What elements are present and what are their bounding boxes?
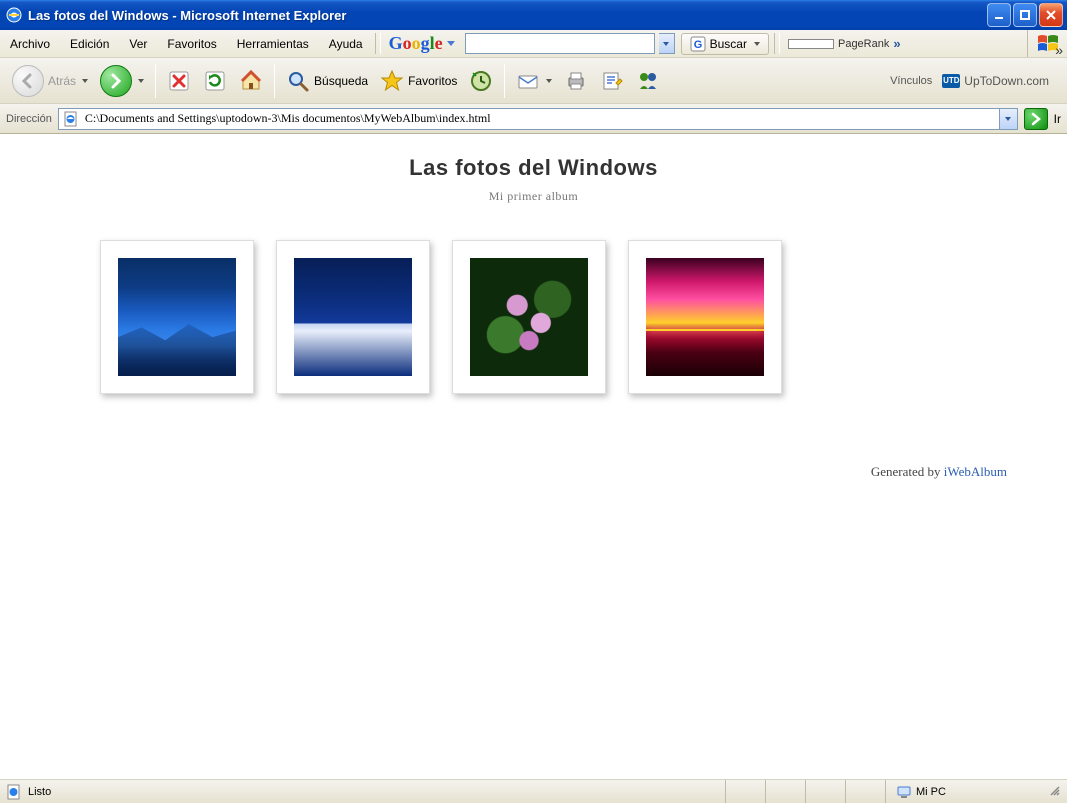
caret-down-icon: [82, 79, 88, 83]
thumbnail-image: [646, 258, 764, 376]
page-done-icon: [6, 784, 22, 800]
thumbnail-image: [470, 258, 588, 376]
back-button[interactable]: Atrás: [6, 61, 94, 101]
address-bar: Dirección Ir: [0, 104, 1067, 134]
thumbnail-image: [118, 258, 236, 376]
nav-toolbar: » Atrás Búsqueda Favoritos: [0, 58, 1067, 104]
zone-label: Mi PC: [916, 786, 946, 798]
thumbnail-winter[interactable]: [276, 240, 430, 394]
star-icon: [380, 69, 404, 93]
thumbnail-grid: [40, 240, 1027, 394]
thumbnail-image: [294, 258, 412, 376]
google-buscar-button[interactable]: G Buscar: [681, 33, 769, 55]
chevron-overflow-icon[interactable]: »: [1055, 42, 1063, 58]
svg-text:G: G: [693, 39, 702, 51]
messenger-icon: [636, 69, 660, 93]
minimize-button[interactable]: [987, 3, 1011, 27]
page-subtitle: Mi primer album: [40, 189, 1027, 204]
refresh-button[interactable]: [197, 65, 233, 97]
toolbar-overflow-icon[interactable]: »: [893, 36, 900, 51]
window-title: Las fotos del Windows - Microsoft Intern…: [28, 8, 987, 23]
back-label: Atrás: [48, 74, 76, 88]
search-icon: [286, 69, 310, 93]
pagerank-bar-icon: [788, 39, 834, 49]
menu-archivo[interactable]: Archivo: [0, 30, 60, 57]
refresh-icon: [203, 69, 227, 93]
generated-link[interactable]: iWebAlbum: [944, 464, 1007, 479]
thumbnail-sunset[interactable]: [628, 240, 782, 394]
my-computer-icon: [896, 784, 912, 800]
address-dropdown[interactable]: [999, 109, 1017, 129]
history-button[interactable]: [463, 65, 499, 97]
favorites-button[interactable]: Favoritos: [374, 65, 463, 97]
address-label: Dirección: [6, 113, 52, 125]
caret-down-icon: [138, 79, 144, 83]
resize-grip[interactable]: [1045, 785, 1061, 799]
uptodown-badge-icon: UTD: [942, 74, 960, 88]
ie-icon: [6, 7, 22, 23]
page-viewport: Las fotos del Windows Mi primer album Ge…: [0, 134, 1067, 779]
generated-by: Generated by iWebAlbum: [40, 464, 1027, 480]
status-bar: Listo Mi PC: [0, 779, 1067, 803]
menu-herramientas[interactable]: Herramientas: [227, 30, 319, 57]
pagerank-button[interactable]: PageRank »: [782, 30, 907, 57]
thumbnail-blue-hills[interactable]: [100, 240, 254, 394]
messenger-button[interactable]: [630, 65, 666, 97]
generated-prefix: Generated by: [871, 464, 944, 479]
edit-button[interactable]: [594, 65, 630, 97]
link-uptodown-label: UpToDown.com: [964, 74, 1049, 88]
forward-button[interactable]: [94, 61, 150, 101]
mail-icon: [516, 69, 540, 93]
mail-button[interactable]: [510, 65, 558, 97]
search-label: Búsqueda: [314, 74, 368, 88]
status-text: Listo: [28, 786, 51, 798]
search-button[interactable]: Búsqueda: [280, 65, 374, 97]
go-button[interactable]: [1024, 108, 1048, 130]
forward-arrow-icon: [100, 65, 132, 97]
back-arrow-icon: [12, 65, 44, 97]
address-box: [58, 108, 1018, 130]
print-icon: [564, 69, 588, 93]
home-icon: [239, 69, 263, 93]
home-button[interactable]: [233, 65, 269, 97]
stop-button[interactable]: [161, 65, 197, 97]
links-label: Vínculos: [890, 75, 932, 87]
print-button[interactable]: [558, 65, 594, 97]
links-bar: Vínculos UTD UpToDown.com: [882, 72, 1061, 90]
favorites-label: Favoritos: [408, 74, 457, 88]
google-search-dropdown[interactable]: [659, 33, 675, 54]
google-search-input[interactable]: [465, 33, 655, 54]
go-arrow-icon: [1029, 112, 1043, 126]
google-logo-button[interactable]: Google: [383, 30, 461, 57]
google-buscar-label: Buscar: [710, 37, 747, 51]
edit-icon: [600, 69, 624, 93]
page-title: Las fotos del Windows: [40, 155, 1027, 181]
menu-ver[interactable]: Ver: [119, 30, 157, 57]
close-button[interactable]: [1039, 3, 1063, 27]
title-bar: Las fotos del Windows - Microsoft Intern…: [0, 0, 1067, 30]
thumbnail-water-lilies[interactable]: [452, 240, 606, 394]
stop-icon: [167, 69, 191, 93]
link-uptodown[interactable]: UTD UpToDown.com: [938, 72, 1053, 90]
caret-down-icon: [546, 79, 552, 83]
pagerank-label: PageRank: [838, 38, 889, 50]
google-g-icon: G: [690, 36, 706, 52]
go-label: Ir: [1054, 112, 1061, 126]
history-icon: [469, 69, 493, 93]
page-icon: [63, 111, 79, 127]
caret-down-icon: [447, 41, 455, 46]
address-input[interactable]: [83, 109, 999, 129]
menu-edicion[interactable]: Edición: [60, 30, 119, 57]
maximize-button[interactable]: [1013, 3, 1037, 27]
caret-down-icon: [754, 42, 760, 46]
menu-favoritos[interactable]: Favoritos: [157, 30, 226, 57]
menu-bar: Archivo Edición Ver Favoritos Herramient…: [0, 30, 1067, 58]
menu-ayuda[interactable]: Ayuda: [319, 30, 373, 57]
